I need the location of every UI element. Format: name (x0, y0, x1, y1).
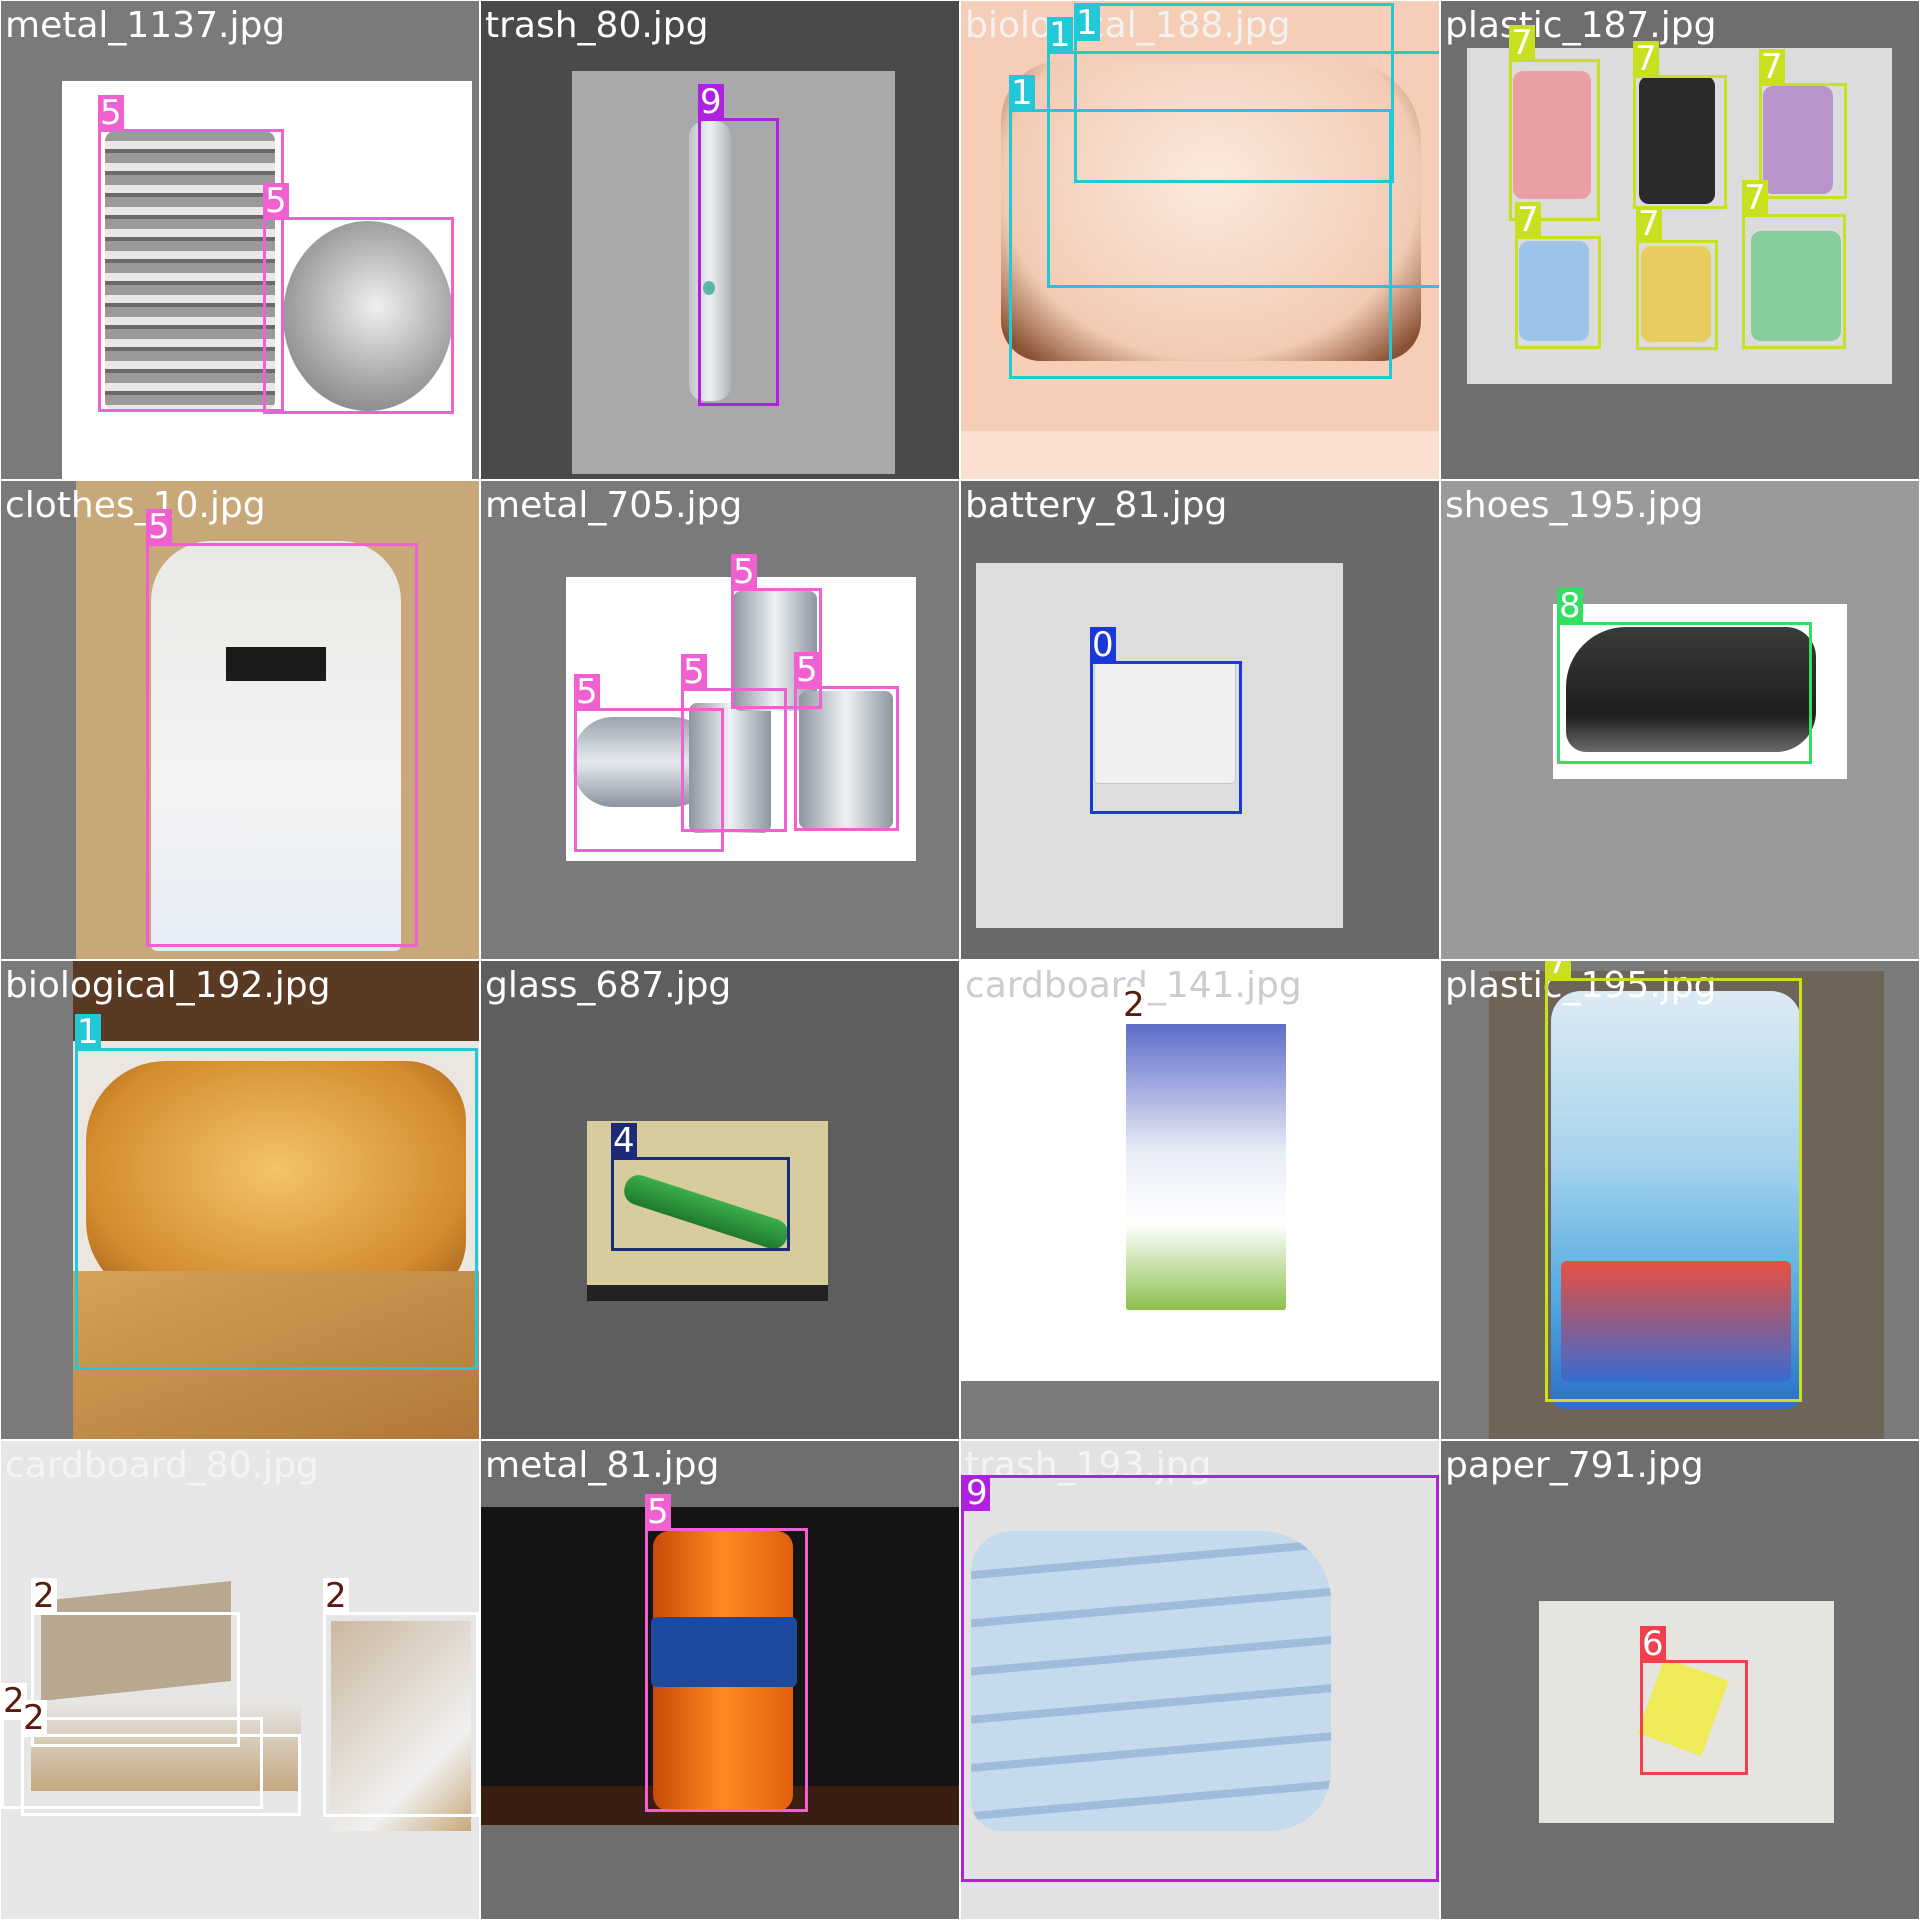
class-label: 4 (611, 1121, 637, 1161)
class-label: 1 (1074, 3, 1100, 43)
class-label: 5 (263, 181, 289, 221)
bounding-box: 0 (1090, 627, 1242, 814)
bounding-box: 7 (1742, 180, 1846, 349)
class-label: 9 (964, 1473, 990, 1513)
image-filename: trash_80.jpg (485, 5, 709, 46)
class-label: 7 (1509, 23, 1535, 63)
mosaic-tile: plastic_195.jpg 7 (1441, 961, 1919, 1439)
bounding-box: 7 (1545, 961, 1802, 1402)
bounding-box: 9 (698, 84, 779, 406)
class-label: 7 (1633, 39, 1659, 79)
mosaic-tile: glass_687.jpg 4 (481, 961, 959, 1439)
bounding-box: 2 (323, 1578, 479, 1817)
bounding-box: 5 (263, 183, 454, 414)
bounding-box: 7 (1515, 202, 1601, 349)
bounding-box: 7 (1759, 49, 1847, 199)
image-filename: shoes_195.jpg (1445, 485, 1704, 526)
bounding-box: 7 (1509, 25, 1600, 221)
bounding-box: 5 (794, 652, 899, 831)
photo-footer (587, 1285, 828, 1301)
image-filename: biological_192.jpg (5, 965, 331, 1006)
mosaic-tile: biological_192.jpg 1 (1, 961, 479, 1439)
class-label: 7 (1636, 204, 1662, 244)
class-label: 7 (1545, 961, 1571, 980)
class-label: 2 (1121, 985, 1147, 1025)
bounding-box: 7 (1633, 41, 1727, 209)
bounding-box: 2 (21, 1700, 301, 1816)
class-label: 9 (698, 82, 724, 122)
bounding-box: 1 (1009, 75, 1392, 379)
class-label: 5 (98, 93, 124, 133)
bounding-box: 9 (961, 1475, 1439, 1882)
class-label: 5 (645, 1492, 671, 1532)
tile-bottom-strip (961, 1381, 1439, 1439)
class-label: 6 (1640, 1624, 1666, 1664)
image-filename: paper_791.jpg (1445, 1445, 1704, 1486)
class-label: 0 (1090, 625, 1116, 665)
class-label: 5 (681, 652, 707, 692)
class-label: 5 (794, 650, 820, 690)
mosaic-tile: biological_188.jpg 1 1 1 (961, 1, 1439, 479)
mosaic-tile: clothes_10.jpg 5 (1, 481, 479, 959)
image-filename: metal_705.jpg (485, 485, 743, 526)
image-filename: glass_687.jpg (485, 965, 732, 1006)
mosaic-tile: cardboard_141.jpg 2 (961, 961, 1439, 1439)
class-label: 1 (1009, 73, 1035, 113)
bounding-box: 7 (1636, 206, 1718, 350)
class-label: 7 (1742, 178, 1768, 218)
image-filename: battery_81.jpg (965, 485, 1228, 526)
class-label: 5 (146, 507, 172, 547)
mosaic-tile: metal_705.jpg 5 5 5 5 (481, 481, 959, 959)
image-filename: metal_81.jpg (485, 1445, 720, 1486)
mosaic-tile: battery_81.jpg 0 (961, 481, 1439, 959)
mosaic-tile: trash_193.jpg 9 (961, 1441, 1439, 1919)
class-label: 7 (1515, 200, 1541, 240)
mosaic-tile: metal_1137.jpg 5 5 (1, 1, 479, 479)
class-label: 2 (323, 1576, 349, 1616)
bounding-box: 5 (645, 1494, 808, 1812)
class-label: 1 (75, 1012, 101, 1052)
bounding-box: 8 (1557, 588, 1812, 764)
bounding-box: 5 (146, 509, 418, 947)
bounding-box: 5 (98, 95, 284, 412)
bounding-box: 5 (681, 654, 787, 832)
mosaic-tile: metal_81.jpg 5 (481, 1441, 959, 1919)
image-filename: clothes_10.jpg (5, 485, 266, 526)
class-label: 1 (1047, 15, 1073, 55)
mosaic-tile: trash_80.jpg 9 (481, 1, 959, 479)
class-label: 2 (21, 1698, 47, 1738)
image-filename: cardboard_80.jpg (5, 1445, 319, 1486)
mosaic-tile: cardboard_80.jpg 2 2 2 2 (1, 1441, 479, 1919)
mosaic-tile: plastic_187.jpg 7 7 7 7 7 7 (1441, 1, 1919, 479)
mosaic-grid: metal_1137.jpg 5 5 trash_80.jpg 9 biolog… (0, 0, 1920, 1920)
image-filename: metal_1137.jpg (5, 5, 286, 46)
image-filename: plastic_187.jpg (1445, 5, 1717, 46)
class-label: 5 (731, 552, 757, 592)
class-label: 8 (1557, 586, 1583, 626)
class-label: 7 (1759, 47, 1785, 87)
mosaic-tile: shoes_195.jpg 8 (1441, 481, 1919, 959)
class-label: 5 (574, 672, 600, 712)
bounding-box: 2 (1121, 987, 1289, 1313)
bounding-box: 1 (75, 1014, 478, 1370)
bounding-box: 4 (611, 1123, 790, 1251)
mosaic-tile: paper_791.jpg 6 (1441, 1441, 1919, 1919)
class-label: 2 (31, 1576, 57, 1616)
bounding-box: 6 (1640, 1626, 1748, 1775)
